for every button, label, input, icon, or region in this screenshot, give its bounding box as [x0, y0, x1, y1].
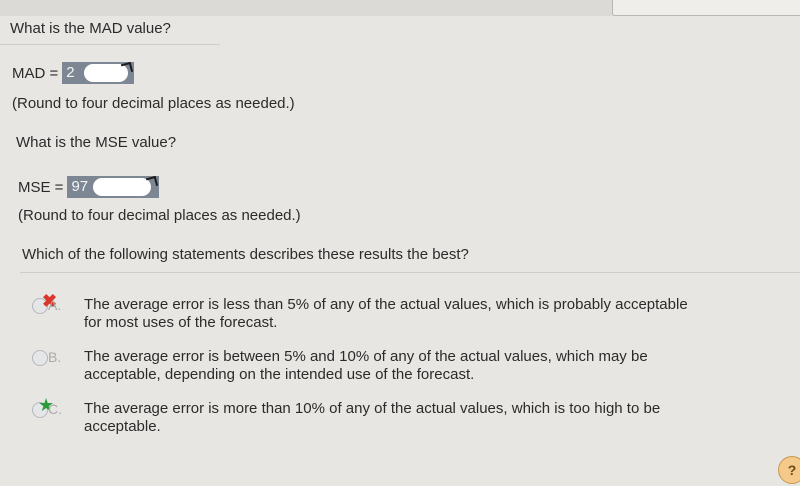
mse-answer-field[interactable]: 97 [67, 176, 160, 198]
question-mad: What is the MAD value? [10, 20, 171, 37]
option-b[interactable]: B. The average error is between 5% and 1… [32, 348, 784, 384]
mad-answer-row: MAD = 2 [12, 62, 135, 84]
option-letter: B. [48, 349, 62, 365]
question-best-statement: Which of the following statements descri… [22, 246, 469, 263]
mad-answer-field[interactable]: 2 [62, 62, 135, 84]
redaction-mark [93, 178, 152, 196]
option-text-line1: The average error is more than 10% of an… [84, 400, 661, 417]
divider [0, 44, 220, 45]
mse-hint: (Round to four decimal places as needed.… [18, 207, 301, 224]
option-text-line2: acceptable. [84, 418, 161, 435]
mad-value: 2 [66, 64, 75, 81]
edit-indicator-icon [146, 176, 159, 189]
option-text-line2: for most uses of the forecast. [84, 314, 278, 331]
edit-indicator-icon [121, 62, 134, 75]
option-text-line1: The average error is between 5% and 10% … [84, 348, 648, 365]
top-toolbar [0, 0, 800, 16]
option-text-line2: acceptable, depending on the intended us… [84, 366, 475, 383]
toolbar-button[interactable] [612, 0, 800, 16]
question-mse: What is the MSE value? [16, 134, 177, 151]
mad-hint: (Round to four decimal places as needed.… [12, 95, 295, 112]
option-c[interactable]: ★ C. The average error is more than 10% … [32, 396, 784, 436]
divider [20, 272, 800, 273]
mad-label: MAD = [12, 64, 59, 82]
mse-label: MSE = [18, 178, 64, 196]
option-letter: C. [48, 401, 62, 417]
option-text-line1: The average error is less than 5% of any… [84, 296, 688, 313]
radio-button[interactable] [32, 350, 48, 366]
mse-answer-row: MSE = 97 [18, 176, 160, 198]
mse-value: 97 [71, 178, 89, 195]
option-letter: A. [48, 297, 62, 313]
help-button[interactable]: ? [778, 456, 800, 484]
option-a[interactable]: ✖ A. The average error is less than 5% o… [32, 292, 784, 332]
